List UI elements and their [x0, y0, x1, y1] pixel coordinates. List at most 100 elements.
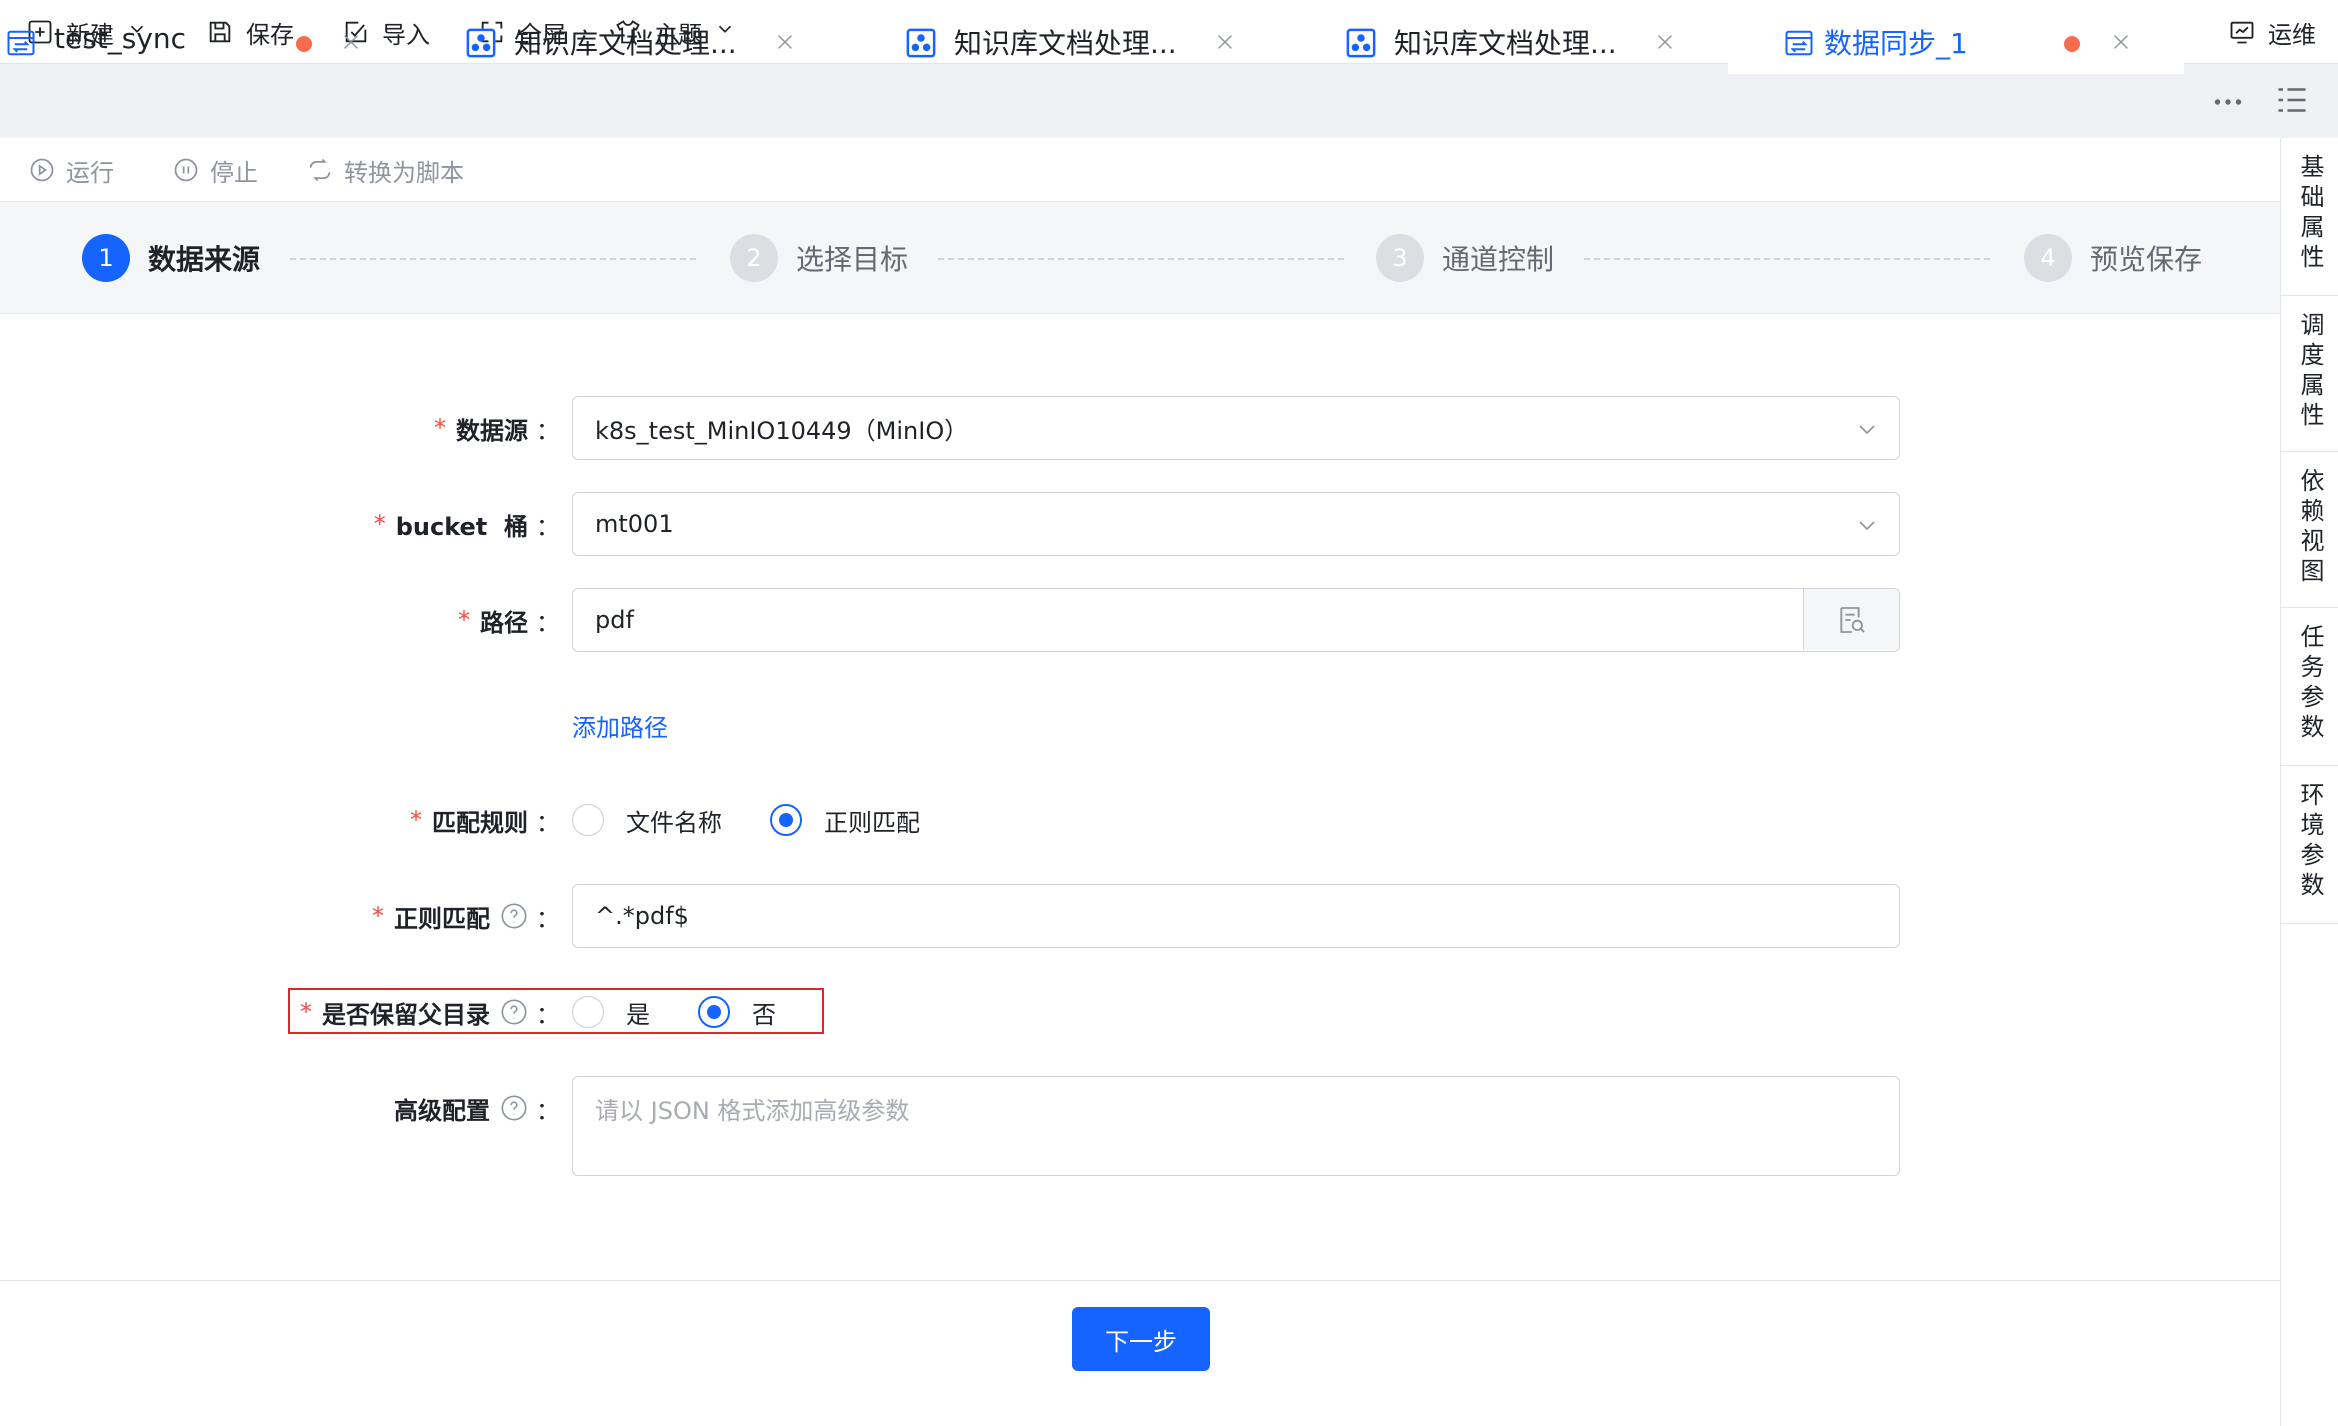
datasource-label: * 数据源 ： [300, 408, 560, 448]
keep-parent-label: * 是否保留父目录 ： [300, 992, 560, 1032]
ops-button[interactable]: 运维 [2228, 0, 2316, 64]
run-label: 运行 [66, 158, 114, 187]
advanced-placeholder: 请以 JSON 格式添加高级参数 [595, 1097, 910, 1125]
tab-bar [0, 64, 2338, 138]
match-rule-radio-group: 文件名称 正则匹配 [572, 800, 920, 840]
sync-task-icon [7, 30, 35, 56]
workflow-icon [466, 28, 496, 58]
side-tab-env-params[interactable]: 环境参数 [2281, 766, 2338, 924]
radio-label: 是 [626, 1000, 650, 1029]
match-rule-label: * 匹配规则 ： [300, 800, 560, 840]
radio-circle[interactable] [572, 804, 604, 836]
side-tab-schedule-properties[interactable]: 调度属性 [2281, 296, 2338, 452]
side-tab-label: 基础属性 [2296, 154, 2324, 274]
step-connector [290, 258, 696, 260]
pause-circle-icon [174, 158, 198, 182]
close-icon[interactable] [2110, 31, 2132, 53]
match-rule-label-text: 匹配规则 [432, 808, 528, 837]
side-tab-basic-properties[interactable]: 基础属性 [2281, 138, 2338, 296]
radio-circle[interactable] [770, 804, 802, 836]
next-step-button[interactable]: 下一步 [1072, 1307, 1210, 1371]
bucket-label: * bucket 桶 ： [300, 504, 560, 544]
radio-yes[interactable]: 是 [572, 995, 650, 1030]
ops-label: 运维 [2268, 20, 2316, 49]
stop-button[interactable]: 停止 [172, 138, 258, 202]
step-connector [1584, 258, 1990, 260]
step-number: 4 [2024, 234, 2072, 282]
chevron-down-icon [1859, 521, 1875, 531]
path-value: pdf [595, 606, 634, 634]
unsaved-dot [296, 36, 312, 52]
path-browse-button[interactable] [1803, 589, 1899, 650]
radio-file-name[interactable]: 文件名称 [572, 803, 722, 838]
convert-label: 转换为脚本 [344, 158, 464, 187]
tab-list-icon[interactable] [2274, 82, 2310, 118]
radio-no[interactable]: 否 [698, 995, 776, 1030]
add-path-link[interactable]: 添加路径 [572, 708, 668, 743]
path-input[interactable]: pdf [572, 588, 1900, 652]
right-side-panel: 基础属性 调度属性 依赖视图 任务参数 环境参数 [2280, 138, 2338, 1426]
help-icon[interactable] [500, 998, 528, 1026]
tab-label: test_sync [54, 22, 187, 55]
unsaved-dot [2064, 36, 2080, 52]
tab-knowledge-doc-2[interactable]: 知识库文档处理... [906, 8, 1246, 74]
help-icon[interactable] [500, 902, 528, 930]
run-toolbar: 运行 停止 转换为脚本 [0, 138, 2280, 202]
import-label: 导入 [382, 20, 430, 49]
help-icon[interactable] [500, 1094, 528, 1122]
side-tab-dependency-view[interactable]: 依赖视图 [2281, 452, 2338, 608]
colon: ： [536, 1096, 560, 1125]
step-label: 选择目标 [796, 243, 909, 276]
radio-label: 正则匹配 [824, 808, 920, 837]
sync-task-icon [1785, 30, 1813, 56]
required-mark: * [373, 510, 386, 538]
tab-knowledge-doc-3[interactable]: 知识库文档处理... [1346, 8, 1686, 74]
advanced-label-text: 高级配置 [394, 1096, 490, 1125]
step-channel-control: 3 通道控制 [1376, 232, 1554, 284]
bucket-select[interactable]: mt001 [572, 492, 1900, 556]
run-button[interactable]: 运行 [28, 138, 114, 202]
close-icon[interactable] [1654, 31, 1676, 53]
tab-data-sync-1[interactable]: 数据同步_1 [1728, 8, 2184, 74]
required-mark: * [372, 902, 384, 930]
tab-test-sync[interactable]: test_sync [6, 8, 366, 74]
step-connector [938, 258, 1344, 260]
file-search-icon [1839, 606, 1865, 633]
radio-regex-match[interactable]: 正则匹配 [770, 803, 920, 838]
step-label: 通道控制 [1442, 243, 1555, 276]
close-icon[interactable] [774, 31, 796, 53]
colon: ： [536, 416, 560, 445]
keep-parent-label-text: 是否保留父目录 [322, 1000, 490, 1029]
close-icon[interactable] [1214, 31, 1236, 53]
side-tab-label: 环境参数 [2296, 782, 2324, 902]
tab-knowledge-doc-1[interactable]: 知识库文档处理... [466, 8, 806, 74]
advanced-config-textarea[interactable]: 请以 JSON 格式添加高级参数 [572, 1076, 1900, 1176]
regex-label-text: 正则匹配 [394, 904, 490, 933]
regex-label: * 正则匹配 ： [300, 896, 560, 936]
radio-label: 文件名称 [626, 808, 722, 837]
side-tab-label: 调度属性 [2296, 312, 2324, 432]
bucket-value: mt001 [595, 510, 674, 538]
radio-circle[interactable] [572, 996, 604, 1028]
radio-label: 否 [752, 1000, 776, 1029]
radio-circle[interactable] [698, 996, 730, 1028]
side-tab-label: 依赖视图 [2296, 468, 2324, 588]
step-number: 3 [1376, 234, 1424, 282]
more-icon[interactable] [2210, 84, 2246, 120]
workflow-icon [906, 28, 936, 58]
colon: ： [536, 608, 560, 637]
step-select-target: 2 选择目标 [730, 232, 908, 284]
tab-label: 知识库文档处理... [954, 27, 1177, 60]
close-icon[interactable] [340, 31, 362, 53]
regex-input[interactable]: ^.*pdf$ [572, 884, 1900, 948]
datasource-select[interactable]: k8s_test_MinIO10449（MinIO） [572, 396, 1900, 460]
side-tab-task-params[interactable]: 任务参数 [2281, 608, 2338, 766]
step-preview-save: 4 预览保存 [2024, 232, 2202, 284]
step-label: 预览保存 [2090, 243, 2203, 276]
datasource-value: k8s_test_MinIO10449（MinIO） [595, 416, 969, 445]
colon: ： [536, 512, 560, 541]
convert-to-script-button[interactable]: 转换为脚本 [306, 138, 464, 202]
tab-label: 数据同步_1 [1824, 27, 1968, 60]
required-mark: * [434, 414, 446, 442]
path-label: * 路径 ： [300, 600, 560, 640]
